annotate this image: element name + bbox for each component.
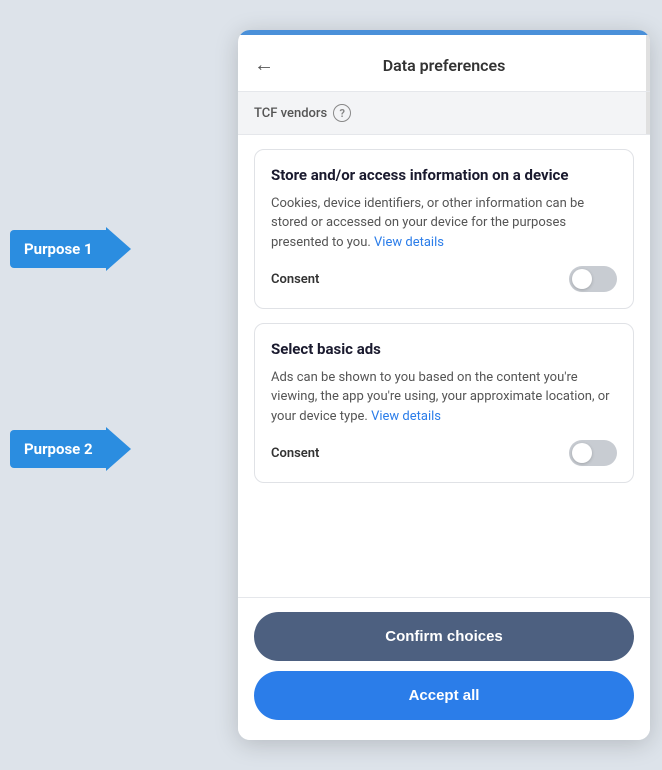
purpose-1-toggle-thumb: [572, 269, 592, 289]
tcf-vendors-label: TCF vendors: [254, 106, 327, 121]
purpose-1-title: Store and/or access information on a dev…: [271, 166, 617, 186]
purpose-2-consent-label: Consent: [271, 446, 319, 461]
purpose-1-view-details[interactable]: View details: [374, 235, 444, 250]
modal-title: Data preferences: [282, 56, 634, 75]
purpose-1-label: Purpose 1: [24, 240, 93, 258]
purpose-card-2: Select basic ads Ads can be shown to you…: [254, 323, 634, 483]
purpose-1-description: Cookies, device identifiers, or other in…: [271, 194, 617, 253]
purpose-card-1: Store and/or access information on a dev…: [254, 149, 634, 309]
modal-footer: Confirm choices Accept all: [238, 597, 650, 740]
purpose-1-consent-row: Consent: [271, 266, 617, 292]
purpose-2-label: Purpose 2: [24, 440, 93, 458]
modal-content: Store and/or access information on a dev…: [238, 135, 650, 597]
purpose-1-arrow: Purpose 1: [10, 230, 107, 268]
purpose-1-consent-label: Consent: [271, 272, 319, 287]
purpose-1-toggle[interactable]: [569, 266, 617, 292]
purpose-2-arrow: Purpose 2: [10, 430, 107, 468]
tcf-help-icon[interactable]: ?: [333, 104, 351, 122]
tcf-vendors-row: TCF vendors ?: [238, 92, 650, 135]
confirm-choices-button[interactable]: Confirm choices: [254, 612, 634, 661]
modal-header: ← Data preferences: [238, 35, 650, 92]
purpose-2-toggle-thumb: [572, 443, 592, 463]
purpose-2-title: Select basic ads: [271, 340, 617, 360]
purpose-2-consent-row: Consent: [271, 440, 617, 466]
back-button[interactable]: ←: [254, 51, 282, 79]
accept-all-button[interactable]: Accept all: [254, 671, 634, 720]
purpose-2-view-details[interactable]: View details: [371, 409, 441, 424]
purpose-2-toggle[interactable]: [569, 440, 617, 466]
data-preferences-modal: ← Data preferences TCF vendors ? Store a…: [238, 30, 650, 740]
back-icon: ←: [254, 54, 274, 76]
purpose-2-description: Ads can be shown to you based on the con…: [271, 368, 617, 427]
